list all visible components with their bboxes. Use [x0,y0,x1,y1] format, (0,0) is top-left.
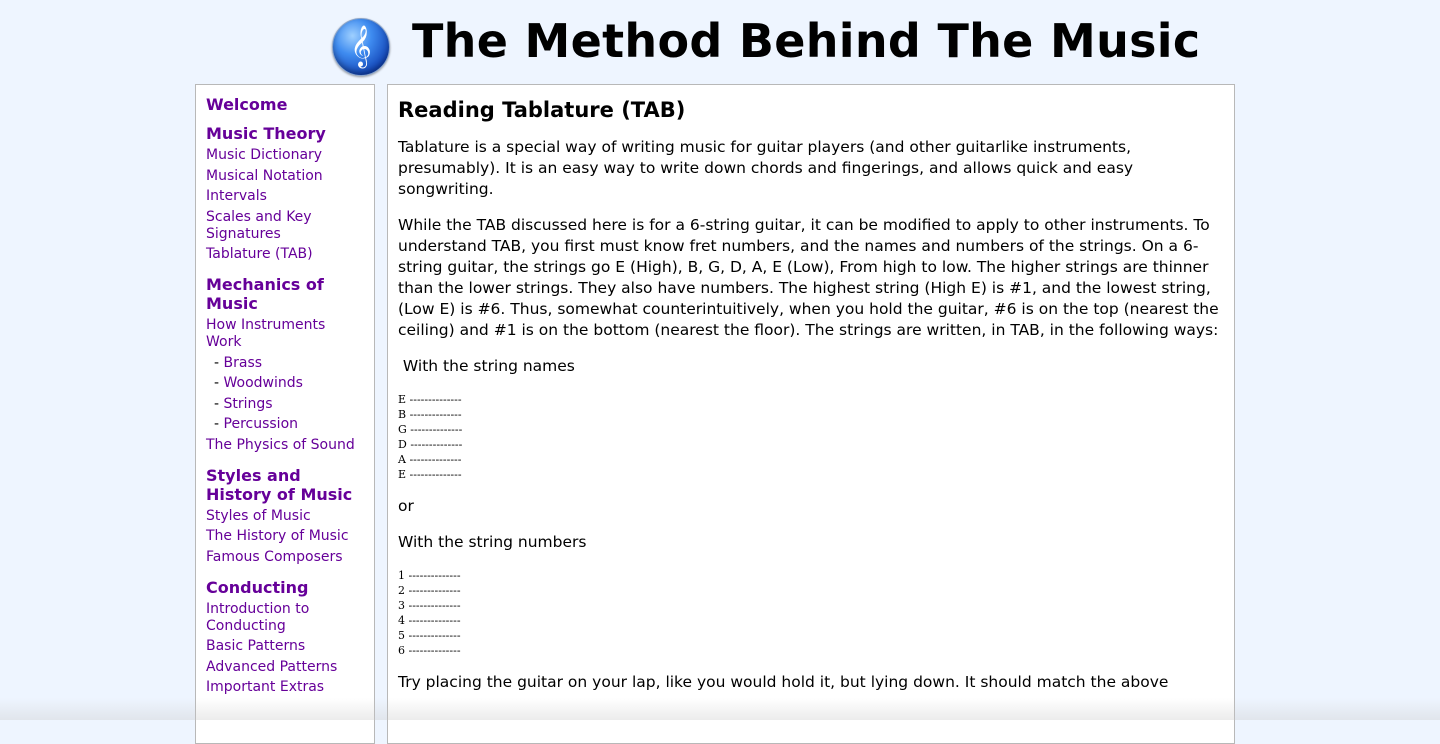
nav-link-music-dictionary[interactable]: Music Dictionary [206,147,364,164]
nav-heading-mechanics-of-music[interactable]: Mechanics of Music [206,275,364,313]
nav-sublink-brass[interactable]: - Brass [206,355,364,372]
nav-link-history-of-music[interactable]: The History of Music [206,528,364,545]
nav-welcome[interactable]: Welcome [206,95,364,114]
tab-string-numbers: 1 -------------- 2 -------------- 3 ----… [398,569,461,657]
treble-clef-logo-icon[interactable]: 𝄞 [332,18,390,76]
nav-heading-music-theory[interactable]: Music Theory [206,124,364,143]
treble-clef-icon: 𝄞 [350,26,372,67]
nav-link-famous-composers[interactable]: Famous Composers [206,549,364,566]
or-text: or [398,497,414,515]
nav-link-important-extras[interactable]: Important Extras [206,679,364,696]
nav-link-physics-of-sound[interactable]: The Physics of Sound [206,437,364,454]
site-title[interactable]: The Method Behind The Music [412,14,1200,68]
nav-section-conducting: Conducting Introduction to Conducting Ba… [206,578,364,697]
sidebar-nav: Welcome Music Theory Music Dictionary Mu… [195,84,375,744]
strings-paragraph: While the TAB discussed here is for a 6-… [398,216,1219,339]
nav-section-mechanics: Mechanics of Music How Instruments Work … [206,275,364,454]
string-names-label: With the string names [398,357,575,375]
string-numbers-label: With the string numbers [398,533,587,551]
guitar-lap-paragraph: Try placing the guitar on your lap, like… [398,673,1169,691]
site-header: 𝄞 The Method Behind The Music [0,0,1440,84]
nav-link-scales-key-signatures[interactable]: Scales and Key Signatures [206,209,364,243]
tab-string-names: E -------------- B -------------- G ----… [398,393,463,481]
nav-link-styles-of-music[interactable]: Styles of Music [206,508,364,525]
nav-section-music-theory: Music Theory Music Dictionary Musical No… [206,124,364,263]
nav-section-styles-history: Styles and History of Music Styles of Mu… [206,466,364,566]
nav-heading-conducting[interactable]: Conducting [206,578,364,597]
nav-link-basic-patterns[interactable]: Basic Patterns [206,638,364,655]
nav-link-tablature[interactable]: Tablature (TAB) [206,246,364,263]
main-content: Reading Tablature (TAB) Tablature is a s… [387,84,1235,744]
nav-heading-styles-history[interactable]: Styles and History of Music [206,466,364,504]
nav-sublink-percussion[interactable]: - Percussion [206,416,364,433]
nav-link-intro-conducting[interactable]: Introduction to Conducting [206,601,364,635]
nav-link-intervals[interactable]: Intervals [206,188,364,205]
nav-link-advanced-patterns[interactable]: Advanced Patterns [206,659,364,676]
nav-sublink-woodwinds[interactable]: - Woodwinds [206,375,364,392]
page-title: Reading Tablature (TAB) [398,98,686,122]
nav-link-musical-notation[interactable]: Musical Notation [206,168,364,185]
intro-paragraph: Tablature is a special way of writing mu… [398,138,1134,198]
nav-link-how-instruments-work[interactable]: How Instruments Work [206,317,364,351]
nav-sublink-strings[interactable]: - Strings [206,396,364,413]
